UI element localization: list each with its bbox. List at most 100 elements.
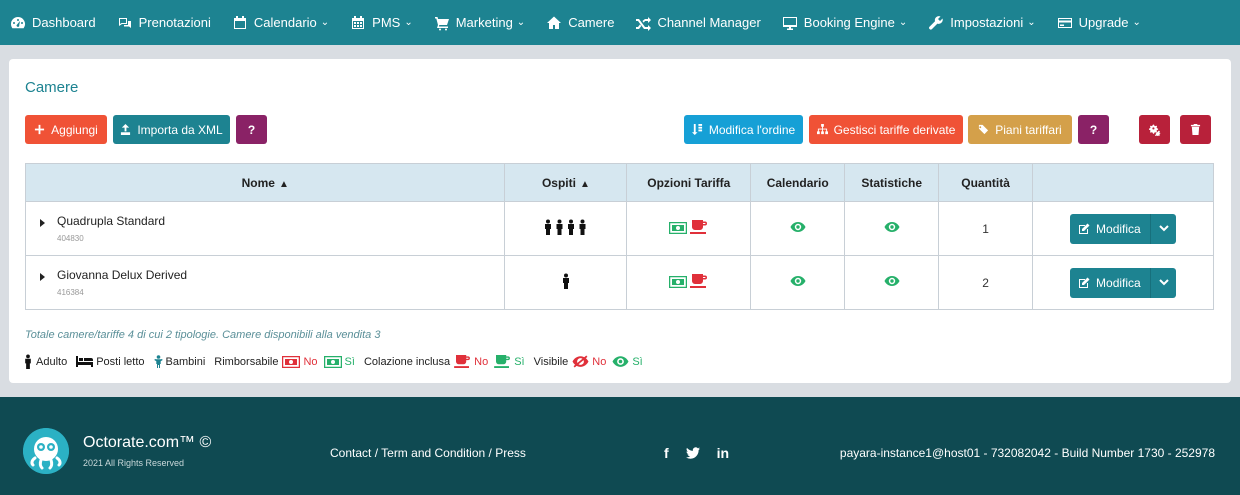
legend-visible-yes: Sì <box>632 355 643 368</box>
add-button[interactable]: Aggiungi <box>25 115 107 144</box>
legend-breakfast-no: No <box>474 355 489 368</box>
room-id: 416384 <box>57 288 84 297</box>
help-button[interactable]: ? <box>236 115 267 144</box>
nav-channel-manager[interactable]: Channel Manager <box>635 15 761 31</box>
refundable-money-icon <box>323 355 342 368</box>
adult-person-icon <box>25 354 31 369</box>
footer-brand: Octorate.com™ © <box>83 434 212 451</box>
modify-button[interactable]: Modifica <box>1070 267 1177 298</box>
page-title: Camere <box>25 79 79 96</box>
footer-links[interactable]: Contact / Term and Condition / Press <box>330 446 526 460</box>
tags-icon <box>978 124 989 135</box>
expand-icon[interactable] <box>40 219 45 227</box>
col-header-calendar: Calendario <box>750 163 846 202</box>
expand-icon[interactable] <box>40 273 45 281</box>
nav-upgrade-label: Upgrade <box>1078 15 1129 30</box>
col-header-name-label: Nome <box>241 175 275 190</box>
chevron-down-icon: ⌄ <box>898 17 908 28</box>
calendar-cell[interactable] <box>750 255 846 310</box>
modify-order-button[interactable]: Modifica l'ordine <box>684 115 803 144</box>
octorate-logo <box>23 428 69 474</box>
rate-plans-button[interactable]: Piani tariffari <box>968 115 1072 144</box>
legend-refundable-label: Rimborsabile <box>214 355 279 368</box>
nav-pms-label: PMS <box>372 15 401 30</box>
build-info: payara-instance1@host01 - 732082042 - Bu… <box>839 446 1215 460</box>
sort-order-icon <box>691 124 702 135</box>
modify-button-label: Modifica <box>1096 275 1141 290</box>
eye-icon[interactable] <box>790 221 806 233</box>
home-icon <box>547 16 562 29</box>
legend-beds-label: Posti letto <box>96 355 145 368</box>
nav-pms[interactable]: PMS ⌄ <box>350 15 413 31</box>
trash-icon <box>1190 124 1201 135</box>
monitor-icon <box>782 16 797 30</box>
nav-impostazioni[interactable]: Impostazioni ⌄ <box>928 15 1036 31</box>
cart-icon <box>434 16 449 30</box>
modify-button[interactable]: Modifica <box>1070 213 1177 244</box>
adult-person-icon <box>562 273 569 289</box>
import-xml-button[interactable]: Importa da XML <box>113 115 230 144</box>
eye-icon <box>612 356 629 367</box>
breakfast-cup-icon <box>690 220 708 234</box>
quantity-cell: 1 <box>938 201 1034 256</box>
facebook-icon[interactable]: f <box>664 445 669 461</box>
table-row: Quadrupla Standard 404830 1 Modifica <box>24 201 1214 256</box>
legend: Adulto Posti letto Bambini Rimborsabile … <box>23 354 652 369</box>
nav-marketing[interactable]: Marketing ⌄ <box>434 15 525 31</box>
help-button-2[interactable]: ? <box>1078 115 1109 144</box>
rate-options-cell <box>626 255 752 310</box>
col-header-stats: Statistiche <box>844 163 940 202</box>
rate-plans-button-label: Piani tariffari <box>995 122 1062 137</box>
legend-refundable-yes: Sì <box>344 355 355 368</box>
calendar-icon <box>233 15 246 29</box>
eye-icon[interactable] <box>884 221 900 233</box>
chat-icon <box>118 17 131 28</box>
delete-button[interactable] <box>1180 115 1211 144</box>
legend-visible: Visibile No Sì <box>534 355 643 368</box>
upload-icon <box>121 124 131 135</box>
nav-booking-engine[interactable]: Booking Engine ⌄ <box>782 15 907 31</box>
modify-dropdown-toggle[interactable] <box>1150 267 1176 298</box>
calendar-cell[interactable] <box>750 201 846 256</box>
modify-button-label: Modifica <box>1096 221 1141 236</box>
breakfast-cup-icon <box>494 355 511 368</box>
modify-order-button-label: Modifica l'ordine <box>708 122 796 137</box>
guests-cell <box>504 255 628 310</box>
stats-cell[interactable] <box>844 255 940 310</box>
twitter-icon[interactable] <box>685 447 700 459</box>
eye-icon[interactable] <box>790 275 806 287</box>
settings-button[interactable] <box>1139 115 1170 144</box>
legend-beds: Posti letto <box>76 355 145 368</box>
legend-adult: Adulto <box>23 354 67 369</box>
legend-visible-label: Visibile <box>533 355 569 368</box>
actions-cell: Modifica <box>1032 255 1214 310</box>
manage-derived-rates-button[interactable]: Gestisci tariffe derivate <box>809 115 963 144</box>
nav-prenotazioni[interactable]: Prenotazioni <box>117 15 211 31</box>
chevron-down-icon <box>1158 279 1169 286</box>
eye-icon[interactable] <box>884 275 900 287</box>
modify-dropdown-toggle[interactable] <box>1150 213 1176 244</box>
col-header-name[interactable]: Nome ▲︎ <box>24 163 506 202</box>
plus-icon <box>35 124 45 135</box>
sort-icon: ▲︎ <box>579 178 590 190</box>
refundable-money-icon <box>668 221 688 235</box>
rooms-summary: Totale camere/tariffe 4 di cui 2 tipolog… <box>25 329 381 341</box>
chevron-down-icon: ⌄ <box>1027 17 1036 28</box>
nav-dashboard[interactable]: Dashboard <box>10 15 96 31</box>
nav-impostazioni-label: Impostazioni <box>950 15 1024 30</box>
nav-upgrade[interactable]: Upgrade ⌄ <box>1057 15 1141 31</box>
nav-calendario[interactable]: Calendario ⌄ <box>232 15 329 31</box>
nav-camere[interactable]: Camere <box>546 15 614 31</box>
legend-refundable: Rimborsabile No Sì <box>214 355 355 368</box>
nav-marketing-label: Marketing <box>455 15 513 30</box>
actions-cell: Modifica <box>1032 201 1214 256</box>
footer: Octorate.com™ © 2021 All Rights Reserved… <box>0 397 1240 495</box>
rooms-table: Nome ▲︎ Ospiti ▲︎ Opzioni Tariffa Calendar… <box>24 163 1214 310</box>
linkedin-icon[interactable]: in <box>717 445 729 461</box>
add-button-label: Aggiungi <box>51 122 98 137</box>
nav-prenotazioni-label: Prenotazioni <box>138 15 211 30</box>
stats-cell[interactable] <box>844 201 940 256</box>
table-header-row: Nome ▲︎ Ospiti ▲︎ Opzioni Tariffa Calendar… <box>24 163 1214 202</box>
nav-channel-manager-label: Channel Manager <box>657 15 761 30</box>
col-header-guests[interactable]: Ospiti ▲︎ <box>504 163 628 202</box>
